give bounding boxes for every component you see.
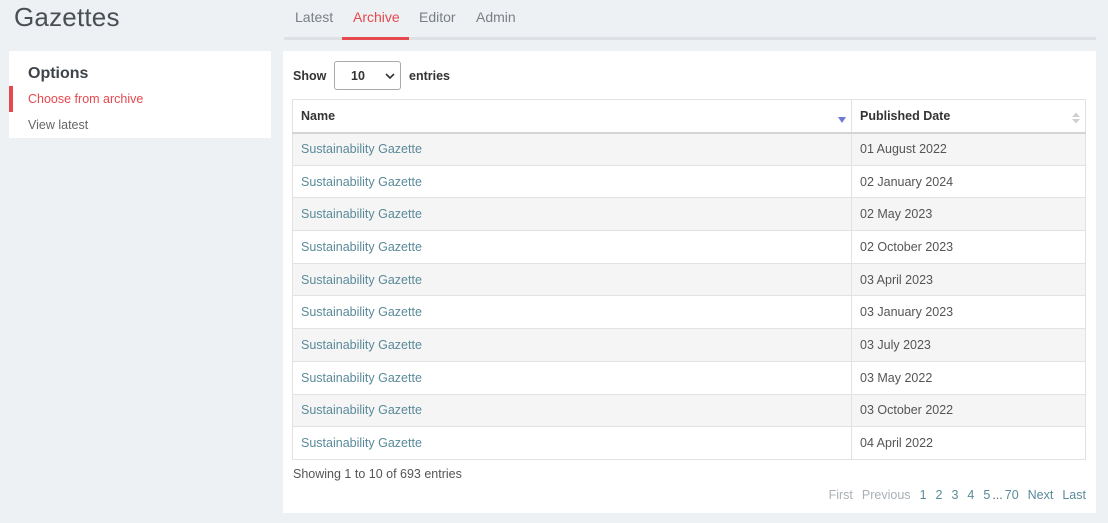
table-info: Showing 1 to 10 of 693 entries: [293, 467, 462, 481]
gazette-name-link[interactable]: Sustainability Gazette: [292, 295, 852, 330]
table-row: Sustainability Gazette 03 May 2022: [292, 360, 1086, 395]
sidebar: Options Choose from archive View latest: [9, 51, 271, 138]
page-length-select[interactable]: 10: [334, 61, 401, 90]
pagination-first: First: [828, 488, 853, 502]
sidebar-item-choose-from-archive[interactable]: Choose from archive: [28, 92, 143, 106]
gazette-name-link[interactable]: Sustainability Gazette: [292, 132, 852, 166]
published-date: 02 October 2023: [851, 230, 1086, 264]
column-header-name[interactable]: Name: [292, 99, 852, 134]
gazette-name-link[interactable]: Sustainability Gazette: [292, 360, 852, 395]
pagination: First Previous 1 2 3 4 5 ... 70 Next Las…: [820, 488, 1086, 502]
sidebar-title: Options: [28, 65, 89, 82]
table-row: Sustainability Gazette 02 January 2024: [292, 164, 1086, 199]
table-row: Sustainability Gazette 01 August 2022: [292, 132, 1086, 166]
entries-label: entries: [409, 69, 450, 83]
pagination-previous: Previous: [861, 488, 911, 502]
gazette-name-link[interactable]: Sustainability Gazette: [292, 328, 852, 362]
gazette-name-link[interactable]: Sustainability Gazette: [292, 230, 852, 264]
pagination-last[interactable]: Last: [1062, 488, 1086, 502]
gazette-name-link[interactable]: Sustainability Gazette: [292, 393, 852, 428]
published-date: 04 April 2022: [851, 426, 1086, 460]
published-date: 03 January 2023: [851, 295, 1086, 330]
tab-archive[interactable]: Archive: [353, 9, 400, 40]
published-date: 03 October 2022: [851, 393, 1086, 428]
table-header-row: Name Published Date: [292, 99, 1086, 134]
pagination-ellipsis: ...: [992, 488, 1003, 502]
pagination-page-3[interactable]: 3: [951, 488, 958, 502]
pagination-page-4[interactable]: 4: [967, 488, 974, 502]
pagination-page-2[interactable]: 2: [936, 488, 943, 502]
gazette-table: Name Published Date Sustainability Gazet…: [292, 99, 1086, 460]
pagination-page-5[interactable]: 5: [983, 488, 990, 502]
gazette-name-link[interactable]: Sustainability Gazette: [292, 197, 852, 232]
show-label: Show: [293, 69, 327, 83]
archive-panel: Show 10 entries Name Published Date Sust…: [283, 51, 1096, 513]
pagination-next[interactable]: Next: [1028, 488, 1054, 502]
gazette-name-link[interactable]: Sustainability Gazette: [292, 426, 852, 460]
table-row: Sustainability Gazette 03 January 2023: [292, 295, 1086, 330]
active-tab-indicator: [342, 37, 409, 40]
pagination-page-1[interactable]: 1: [920, 488, 927, 502]
chevron-down-icon: [385, 73, 395, 80]
published-date: 01 August 2022: [851, 132, 1086, 166]
page-length-value: 10: [351, 69, 365, 83]
column-header-published-date[interactable]: Published Date: [851, 99, 1086, 134]
published-date: 02 January 2024: [851, 164, 1086, 199]
table-row: Sustainability Gazette 02 May 2023: [292, 197, 1086, 232]
tab-editor[interactable]: Editor: [419, 9, 456, 40]
gazette-name-link[interactable]: Sustainability Gazette: [292, 262, 852, 297]
tab-admin[interactable]: Admin: [476, 9, 516, 40]
table-row: Sustainability Gazette 03 July 2023: [292, 328, 1086, 362]
sidebar-active-marker: [9, 86, 13, 112]
table-row: Sustainability Gazette 04 April 2022: [292, 426, 1086, 460]
sort-icon: [1072, 112, 1080, 124]
published-date: 03 May 2022: [851, 360, 1086, 395]
sidebar-item-view-latest[interactable]: View latest: [28, 118, 88, 132]
column-header-label: Name: [301, 108, 336, 123]
app-title: Gazettes: [14, 2, 120, 32]
gazette-name-link[interactable]: Sustainability Gazette: [292, 164, 852, 199]
table-row: Sustainability Gazette 03 April 2023: [292, 262, 1086, 297]
sort-descending-icon: [838, 117, 846, 123]
top-nav: Latest Archive Editor Admin: [284, 0, 1096, 40]
published-date: 03 April 2023: [851, 262, 1086, 297]
table-row: Sustainability Gazette 03 October 2022: [292, 393, 1086, 428]
published-date: 03 July 2023: [851, 328, 1086, 362]
column-header-label: Published Date: [860, 108, 951, 123]
table-row: Sustainability Gazette 02 October 2023: [292, 230, 1086, 264]
pagination-page-70[interactable]: 70: [1005, 488, 1019, 502]
tab-latest[interactable]: Latest: [295, 9, 333, 40]
published-date: 02 May 2023: [851, 197, 1086, 232]
